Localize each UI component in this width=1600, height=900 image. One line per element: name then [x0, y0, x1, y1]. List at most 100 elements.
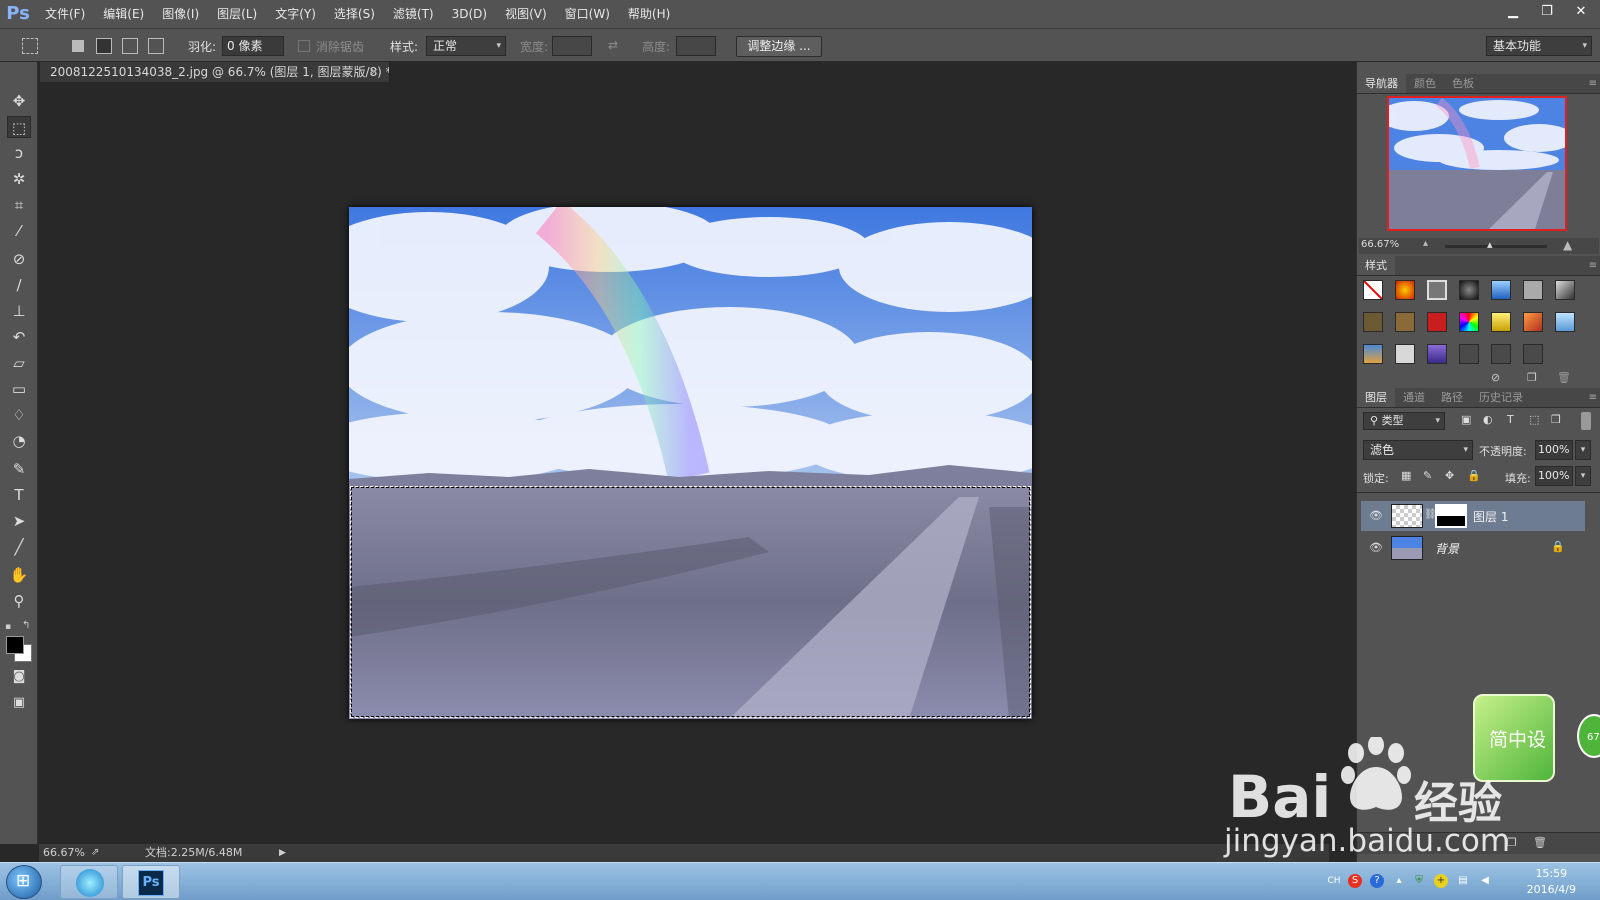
dodge-tool-icon[interactable]: ◔: [7, 430, 31, 452]
zoom-out-icon[interactable]: ▴: [1423, 238, 1428, 249]
panel-menu-icon[interactable]: ≡: [1589, 74, 1597, 94]
layer-name[interactable]: 背景: [1435, 540, 1459, 557]
style-swatch[interactable]: [1395, 280, 1415, 300]
new-selection-icon[interactable]: [72, 40, 84, 52]
menu-help[interactable]: 帮助(H): [619, 0, 679, 28]
taskbar-app-browser[interactable]: [60, 865, 118, 899]
clock[interactable]: 15:59 2016/4/9: [1527, 866, 1576, 898]
swap-colors-icon[interactable]: ↰: [22, 620, 30, 631]
clear-style-icon[interactable]: ⊘: [1491, 371, 1500, 384]
add-selection-icon[interactable]: [96, 38, 112, 54]
refine-edge-button[interactable]: 调整边缘 ...: [736, 36, 822, 57]
navigator-zoom-value[interactable]: 66.67%: [1361, 239, 1399, 250]
zoom-slider-thumb[interactable]: ▴: [1487, 238, 1493, 251]
sogou-icon[interactable]: S: [1348, 874, 1362, 888]
eraser-tool-icon[interactable]: ▱: [7, 352, 31, 374]
layer-filter-select[interactable]: ⚲ 类型 ▾: [1363, 412, 1445, 430]
healing-brush-tool-icon[interactable]: ⊘: [7, 248, 31, 270]
panel-menu-icon[interactable]: ≡: [1589, 388, 1597, 408]
history-brush-tool-icon[interactable]: ↶: [7, 326, 31, 348]
antialias-checkbox[interactable]: [298, 40, 310, 52]
crop-tool-icon[interactable]: ⌗: [7, 194, 31, 216]
quick-mask-icon[interactable]: ◙: [7, 666, 31, 688]
filter-toggle[interactable]: [1581, 412, 1591, 430]
smart-object-filter-icon[interactable]: ❒: [1551, 413, 1561, 426]
new-style-icon[interactable]: ❐: [1527, 371, 1537, 384]
foreground-color-swatch[interactable]: [6, 636, 24, 654]
delete-style-icon[interactable]: 🗑: [1557, 371, 1571, 384]
screen-mode-icon[interactable]: ▣: [7, 692, 31, 714]
lock-transparent-icon[interactable]: ▦: [1401, 469, 1411, 482]
start-button[interactable]: ⊞: [6, 865, 42, 899]
pen-tool-icon[interactable]: ✎: [7, 458, 31, 480]
subtract-selection-icon[interactable]: [122, 38, 138, 54]
style-swatch[interactable]: [1427, 312, 1447, 332]
menu-view[interactable]: 视图(V): [496, 0, 556, 28]
style-swatch[interactable]: [1523, 344, 1543, 364]
style-swatch-selected[interactable]: [1427, 280, 1447, 300]
style-select[interactable]: 正常 ▾: [426, 36, 506, 56]
style-swatch[interactable]: [1555, 312, 1575, 332]
style-swatch[interactable]: [1491, 280, 1511, 300]
tab-swatches[interactable]: 色板: [1444, 74, 1482, 93]
intersect-selection-icon[interactable]: [148, 38, 164, 54]
zoom-in-icon[interactable]: ▲: [1563, 238, 1572, 252]
workspace-select[interactable]: 基本功能 ▾: [1486, 36, 1592, 56]
rect-marquee-preset-icon[interactable]: [22, 38, 38, 54]
menu-filter[interactable]: 滤镜(T): [384, 0, 443, 28]
lock-image-icon[interactable]: ✎: [1423, 469, 1432, 482]
layer-name[interactable]: 图层 1: [1473, 508, 1508, 525]
move-tool-icon[interactable]: ✥: [7, 90, 31, 112]
language-indicator[interactable]: CH: [1324, 874, 1344, 888]
pixel-filter-icon[interactable]: ▣: [1461, 413, 1471, 426]
type-filter-icon[interactable]: T: [1507, 413, 1514, 426]
style-swatch[interactable]: [1363, 344, 1383, 364]
adjustment-filter-icon[interactable]: ◐: [1483, 413, 1493, 426]
tab-paths[interactable]: 路径: [1433, 388, 1471, 407]
status-zoom[interactable]: 66.67%: [43, 844, 85, 862]
rect-marquee-tool-icon[interactable]: ⬚: [7, 116, 31, 138]
lasso-tool-icon[interactable]: ↄ: [7, 142, 31, 164]
clone-stamp-tool-icon[interactable]: ⊥: [7, 300, 31, 322]
style-swatch[interactable]: [1395, 344, 1415, 364]
style-swatch[interactable]: [1395, 312, 1415, 332]
network-icon[interactable]: ▤: [1456, 874, 1470, 888]
visibility-eye-icon[interactable]: 👁: [1369, 541, 1383, 554]
menu-edit[interactable]: 编辑(E): [94, 0, 153, 28]
restore-button[interactable]: ❐: [1532, 2, 1562, 22]
type-tool-icon[interactable]: T: [7, 484, 31, 506]
layer-mask-thumbnail[interactable]: [1435, 504, 1467, 528]
style-swatch[interactable]: [1363, 312, 1383, 332]
layer-row[interactable]: 👁 背景 🔒: [1361, 533, 1585, 563]
close-button[interactable]: ✕: [1566, 2, 1596, 22]
menu-layer[interactable]: 图层(L): [208, 0, 266, 28]
tab-channels[interactable]: 通道: [1395, 388, 1433, 407]
close-icon[interactable]: ×: [370, 62, 379, 82]
delete-layer-icon[interactable]: 🗑: [1533, 836, 1547, 849]
style-swatch[interactable]: [1459, 312, 1479, 332]
swap-icon[interactable]: ⇄: [608, 38, 618, 52]
opacity-dropdown-icon[interactable]: ▾: [1575, 440, 1591, 460]
minimize-button[interactable]: ▁: [1498, 2, 1528, 22]
tab-navigator[interactable]: 导航器: [1357, 74, 1406, 93]
layer-row[interactable]: 👁 ⛓ 图层 1: [1361, 501, 1585, 531]
tab-color[interactable]: 颜色: [1406, 74, 1444, 93]
navigator-preview[interactable]: [1387, 96, 1567, 231]
menu-window[interactable]: 窗口(W): [556, 0, 619, 28]
new-layer-icon[interactable]: ❐: [1507, 836, 1517, 849]
selection-marquee[interactable]: [350, 486, 1031, 718]
visibility-eye-icon[interactable]: 👁: [1369, 509, 1383, 522]
tab-styles[interactable]: 样式: [1357, 256, 1395, 275]
lock-position-icon[interactable]: ✥: [1445, 469, 1454, 482]
document-tab[interactable]: 2008122510134038_2.jpg @ 66.7% (图层 1, 图层…: [40, 62, 390, 82]
zoom-tool-icon[interactable]: ⚲: [7, 590, 31, 612]
export-icon[interactable]: ⇗: [91, 844, 99, 862]
style-swatch[interactable]: [1427, 344, 1447, 364]
opacity-input[interactable]: 100%: [1535, 440, 1573, 460]
style-swatch[interactable]: [1523, 280, 1543, 300]
panel-menu-icon[interactable]: ≡: [1589, 256, 1597, 276]
eyedropper-tool-icon[interactable]: ⁄: [7, 220, 31, 242]
zoom-slider-track[interactable]: [1445, 245, 1547, 248]
default-colors-icon[interactable]: ▪: [5, 622, 15, 632]
gradient-tool-icon[interactable]: ▭: [7, 378, 31, 400]
